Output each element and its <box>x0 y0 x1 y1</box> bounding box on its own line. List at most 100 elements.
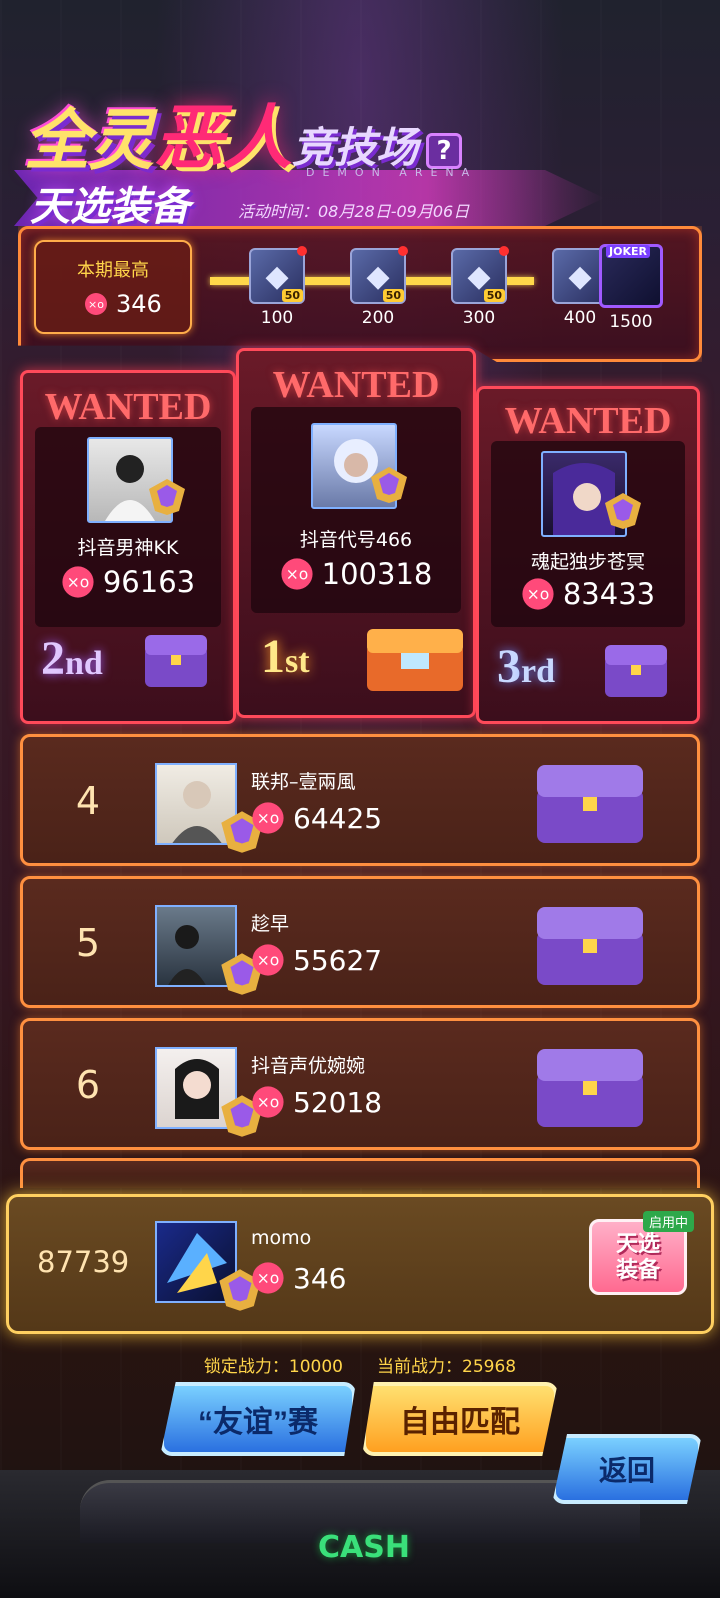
player-score: ×o 96163 <box>23 565 233 599</box>
wanted-label: WANTED <box>44 386 212 428</box>
best-score-label: 本期最高 <box>77 260 149 281</box>
best-score-value: ×o 346 <box>84 290 162 318</box>
player-score: ×o 100318 <box>239 557 473 591</box>
subtitle: 天选装备 <box>30 185 190 229</box>
skull-icon: ×o <box>252 1262 284 1294</box>
player-name: 抖音男神KK <box>77 537 179 559</box>
free-match-button[interactable]: 自由匹配 <box>362 1382 558 1456</box>
best-score-box: 本期最高 ×o 346 <box>34 240 192 334</box>
milestone-100[interactable]: ◆ 50 100 <box>247 246 307 328</box>
place-number: 3 <box>497 640 521 693</box>
joker-frame-icon: JOKER <box>599 244 663 308</box>
player-score-value: 55627 <box>293 943 383 977</box>
red-dot-icon <box>499 246 509 256</box>
svg-text:×o: ×o <box>67 574 90 592</box>
gold-chest-icon <box>367 629 463 691</box>
player-name: 抖音代号466 <box>299 529 413 551</box>
purple-chest-icon <box>537 1049 643 1127</box>
player-score-value: 100318 <box>321 557 433 591</box>
joker-badge: JOKER <box>606 245 650 258</box>
svg-text:×o: ×o <box>285 566 308 584</box>
svg-text:×o: ×o <box>257 952 280 970</box>
red-dot-icon <box>297 246 307 256</box>
my-rank-row[interactable]: 87739 momo ×o 346 天选 装备 启用中 <box>6 1194 714 1334</box>
equip-label-line2: 装备 <box>615 1257 660 1282</box>
place-suffix: rd <box>521 653 555 690</box>
place-badge: 3rd <box>497 639 555 694</box>
player-name: 趁早 <box>251 913 290 935</box>
skull-icon: ×o <box>252 802 284 834</box>
purple-chest-icon <box>605 645 667 697</box>
friend-match-button[interactable]: “友谊”赛 <box>160 1382 356 1456</box>
equip-label-line1: 天选 <box>615 1231 660 1256</box>
place-suffix: st <box>285 643 310 680</box>
skull-icon: ×o <box>62 566 94 598</box>
equip-status-badge: 启用中 <box>643 1211 695 1232</box>
skull-icon: ×o <box>522 578 554 610</box>
skull-icon: ×o <box>85 293 107 315</box>
svg-text:×o: ×o <box>257 810 280 828</box>
my-rank-number: 87739 <box>37 1245 130 1279</box>
cash-logo: CASH <box>318 1530 410 1565</box>
purple-chest-icon <box>537 765 643 843</box>
diamond-icon: ◆ 50 <box>350 246 408 304</box>
skull-icon: ×o <box>281 558 313 590</box>
wanted-label: WANTED <box>272 364 440 406</box>
player-score-value: 346 <box>293 1261 347 1295</box>
rank-number: 4 <box>75 779 101 823</box>
player-score-value: 96163 <box>102 565 196 599</box>
milestone-value: 300 <box>462 308 496 328</box>
milestone-value: 100 <box>260 308 294 328</box>
podium-card-second[interactable]: WANTED 抖音男神KK ×o 96163 2nd <box>20 370 236 724</box>
skull-icon: ×o <box>252 944 284 976</box>
list-item[interactable]: 5 趁早 ×o 55627 <box>20 876 700 1008</box>
place-number: 2 <box>41 632 65 685</box>
title-part-2: 恶人 <box>154 99 292 177</box>
player-score: ×o 55627 <box>251 943 382 977</box>
milestone-badge: 50 <box>382 289 404 302</box>
diamond-icon: ◆ 50 <box>451 246 509 304</box>
locked-power: 锁定战力：10000 <box>203 1357 343 1377</box>
power-info: 锁定战力：10000 当前战力：25968 <box>0 1352 720 1377</box>
milestone-1500[interactable]: JOKER 1500 <box>599 244 663 332</box>
svg-text:×o: ×o <box>527 586 550 604</box>
wanted-label: WANTED <box>504 400 672 442</box>
red-dot-icon <box>398 246 408 256</box>
rank-emblem-icon <box>371 467 407 503</box>
place-suffix: nd <box>65 645 103 682</box>
milestone-badge: 50 <box>483 289 505 302</box>
player-score-value: 52018 <box>293 1085 383 1119</box>
svg-text:×o: ×o <box>88 298 104 311</box>
milestone-badge: 50 <box>281 289 303 302</box>
podium-card-third[interactable]: WANTED 魂起独步苍冥 ×o 83433 3rd <box>476 386 700 724</box>
place-number: 1 <box>261 630 285 683</box>
podium-card-first[interactable]: WANTED 抖音代号466 ×o 100318 1st <box>236 348 476 718</box>
player-score-value: 83433 <box>562 577 656 611</box>
player-score: ×o 52018 <box>251 1085 382 1119</box>
player-name: 魂起独步苍冥 <box>530 551 645 573</box>
player-score: ×o 64425 <box>251 801 382 835</box>
rank-emblem-icon <box>149 479 185 515</box>
purple-chest-icon <box>145 635 207 687</box>
milestone-200[interactable]: ◆ 50 200 <box>348 246 408 328</box>
place-badge: 1st <box>261 629 310 684</box>
list-item[interactable]: 6 抖音声优婉婉 ×o 52018 <box>20 1018 700 1150</box>
place-badge: 2nd <box>41 631 103 686</box>
diamond-icon: ◆ 50 <box>249 246 307 304</box>
milestone-value: 1500 <box>609 312 653 332</box>
player-name: 抖音声优婉婉 <box>251 1055 366 1077</box>
player-score: ×o 346 <box>251 1261 346 1295</box>
svg-text:×o: ×o <box>257 1270 280 1288</box>
list-item[interactable]: 4 联邦–壹兩風 ×o 64425 <box>20 734 700 866</box>
rank-number: 5 <box>75 921 101 965</box>
player-score: ×o 83433 <box>479 577 697 611</box>
player-name: 联邦–壹兩風 <box>251 771 356 793</box>
back-button[interactable]: 返回 <box>552 1434 702 1504</box>
current-power: 当前战力：25968 <box>377 1357 517 1377</box>
activity-time: 活动时间：08月28日-09月06日 <box>238 202 470 221</box>
milestone-300[interactable]: ◆ 50 300 <box>449 246 509 328</box>
rank-emblem-icon <box>605 493 641 529</box>
help-icon[interactable]: ? <box>426 133 463 169</box>
skull-icon: ×o <box>252 1086 284 1118</box>
title-part-1: 全灵 <box>24 103 154 177</box>
